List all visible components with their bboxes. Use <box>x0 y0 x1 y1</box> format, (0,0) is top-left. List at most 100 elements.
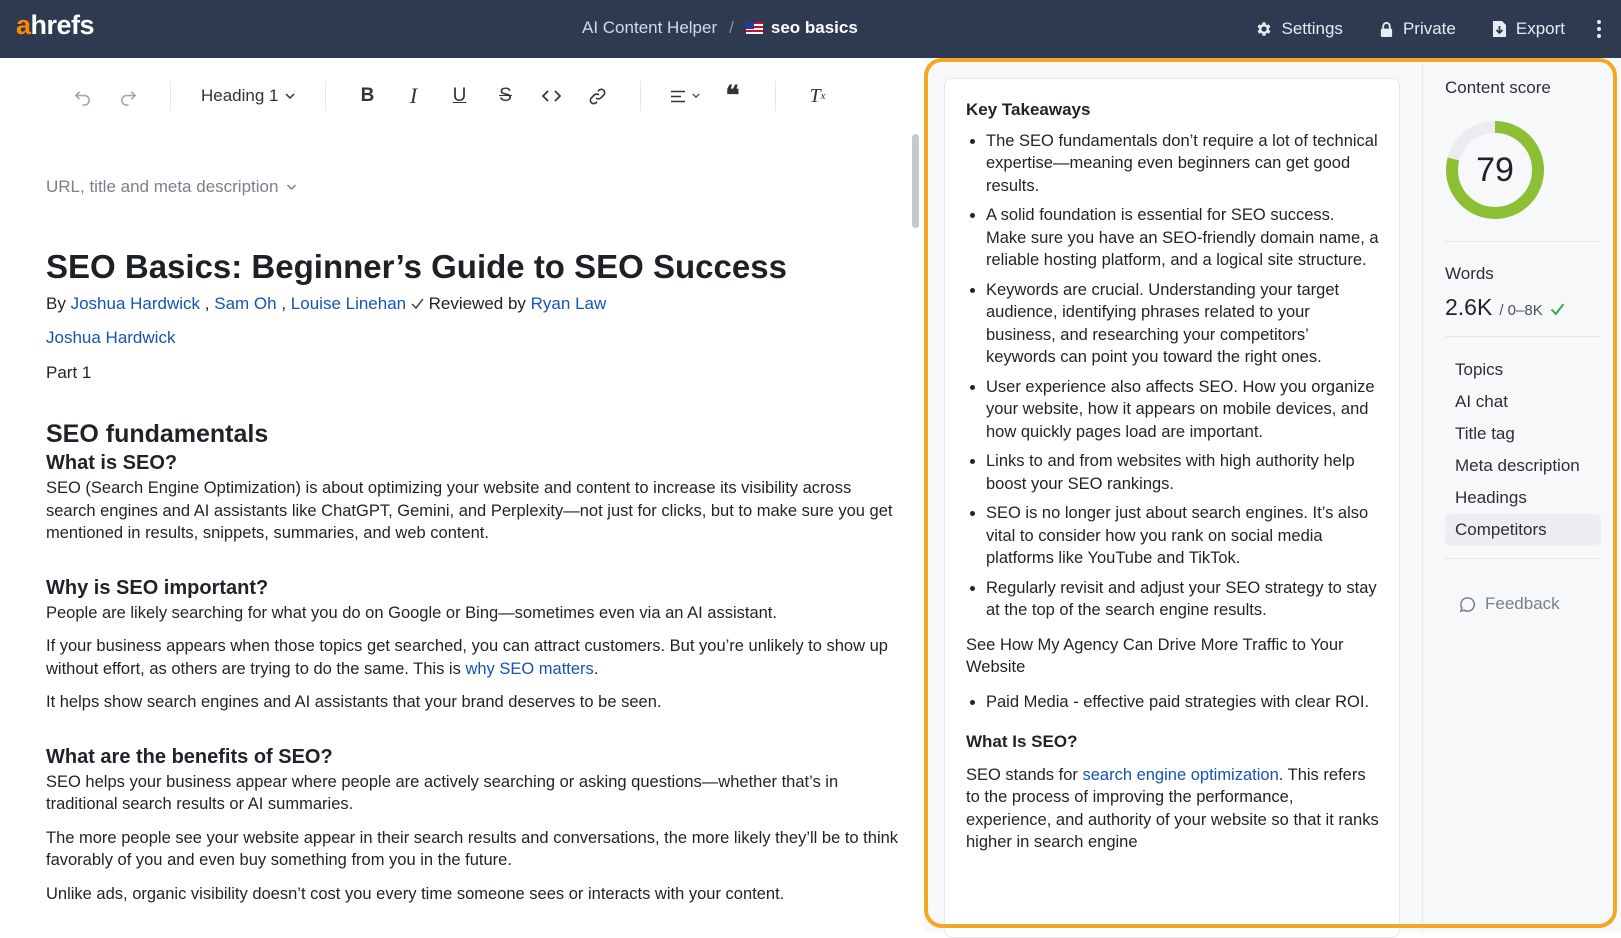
link-icon[interactable] <box>578 76 618 116</box>
export-label: Export <box>1515 19 1565 38</box>
export-button[interactable]: Export <box>1492 19 1565 39</box>
part-label: Part 1 <box>46 362 92 382</box>
strikethrough-icon[interactable]: S <box>486 76 526 116</box>
agency-list: Paid Media - effective paid strategies w… <box>966 691 1379 714</box>
words-count: 2.6K / 0–8K <box>1445 294 1565 321</box>
paragraph: SEO stands for search engine optimizatio… <box>966 765 1379 852</box>
list-item: A solid foundation is essential for SEO … <box>986 204 1379 272</box>
export-file-icon <box>1492 21 1506 37</box>
paragraph: SEO helps your business appear where peo… <box>46 772 839 814</box>
sidebar-item-ai-chat[interactable]: AI chat <box>1445 386 1601 418</box>
more-menu-icon[interactable] <box>1597 20 1601 38</box>
italic-icon[interactable]: I <box>394 76 434 116</box>
paragraph: SEO (Search Engine Optimization) is abou… <box>46 479 893 542</box>
gear-icon <box>1257 22 1270 36</box>
list-item: Keywords are crucial. Understanding your… <box>986 279 1379 369</box>
document-content[interactable]: URL, title and meta description SEO Basi… <box>46 176 902 905</box>
editor-scrollbar-thumb[interactable] <box>912 134 919 228</box>
chevron-down-icon <box>287 184 297 190</box>
words-value: 2.6K <box>1445 294 1493 320</box>
list-item: The SEO fundamentals don’t require a lot… <box>986 130 1379 198</box>
ahrefs-logo[interactable]: ahrefs <box>16 10 95 41</box>
chat-bubble-icon <box>1459 596 1476 612</box>
checkmark-icon <box>1550 303 1564 315</box>
code-icon[interactable] <box>532 76 572 116</box>
top-bar: ahrefs AI Content Helper / seo basics Se… <box>0 0 1621 58</box>
author-link[interactable]: Sam Oh <box>214 294 276 313</box>
sidebar-item-topics[interactable]: Topics <box>1445 354 1601 386</box>
agency-text: See How My Agency Can Drive More Traffic… <box>966 635 1344 677</box>
feedback-button[interactable]: Feedback <box>1459 594 1560 614</box>
settings-button[interactable]: Settings <box>1255 19 1343 39</box>
words-label: Words <box>1445 264 1494 283</box>
author-link[interactable]: Joshua Hardwick <box>71 294 200 313</box>
toolbar-divider <box>639 81 641 111</box>
toolbar-divider <box>324 81 326 111</box>
list-item: User experience also affects SEO. How yo… <box>986 376 1379 444</box>
sidebar-item-title-tag[interactable]: Title tag <box>1445 418 1601 450</box>
top-actions: Settings Private Export <box>1255 0 1601 58</box>
blockquote-icon[interactable]: ❝ <box>713 76 753 116</box>
chevron-down-icon <box>691 93 700 99</box>
bold-icon[interactable]: B <box>348 76 388 116</box>
breadcrumb: AI Content Helper / seo basics <box>582 18 858 38</box>
private-label: Private <box>1402 19 1456 38</box>
competitor-content-card: Key Takeaways The SEO fundamentals don’t… <box>944 78 1400 938</box>
paragraph: Unlike ads, organic visibility doesn’t c… <box>46 884 785 903</box>
private-button[interactable]: Private <box>1379 19 1456 39</box>
words-range: / 0–8K <box>1499 302 1543 319</box>
us-flag-icon <box>745 22 763 34</box>
paragraph: People are likely searching for what you… <box>46 603 777 622</box>
section-heading: SEO fundamentals <box>46 420 269 448</box>
sidebar-item-meta-description[interactable]: Meta description <box>1445 450 1601 482</box>
subheading: What is SEO? <box>46 452 178 474</box>
divider <box>1445 336 1600 337</box>
settings-label: Settings <box>1281 19 1343 38</box>
takeaways-heading: Key Takeaways <box>966 100 1091 119</box>
list-item: Regularly revisit and adjust your SEO st… <box>986 577 1379 622</box>
heading-select-value: Heading 1 <box>201 86 279 105</box>
breadcrumb-separator: / <box>729 18 734 37</box>
divider <box>1445 558 1600 559</box>
editor-pane: Heading 1 B I U S ❝ Tx URL, title and me… <box>0 58 910 932</box>
document-title[interactable]: SEO Basics: Beginner’s Guide to SEO Succ… <box>46 247 902 287</box>
breadcrumb-doc[interactable]: seo basics <box>745 18 858 38</box>
sidebar-item-competitors[interactable]: Competitors <box>1445 514 1601 546</box>
list-item: Paid Media - effective paid strategies w… <box>986 691 1379 714</box>
list-item: SEO is no longer just about search engin… <box>986 502 1379 570</box>
paragraph: The more people see your website appear … <box>46 828 899 870</box>
subheading: Why is SEO important? <box>46 576 269 599</box>
underline-icon[interactable]: U <box>440 76 480 116</box>
doc-name: seo basics <box>770 18 858 37</box>
search-engine-optimization-link[interactable]: search engine optimization <box>1082 766 1278 784</box>
undo-icon[interactable] <box>62 76 102 116</box>
chevron-down-icon <box>284 92 295 99</box>
redo-icon[interactable] <box>108 76 148 116</box>
heading-select[interactable]: Heading 1 <box>193 86 303 106</box>
author-line-link[interactable]: Joshua Hardwick <box>46 327 902 350</box>
checkmark-icon <box>411 298 424 309</box>
toolbar-divider <box>170 81 171 111</box>
author-link[interactable]: Louise Linehan <box>291 294 406 313</box>
clear-format-icon[interactable]: Tx <box>798 76 838 116</box>
sidebar-item-headings[interactable]: Headings <box>1445 482 1601 514</box>
byline: By Joshua Hardwick , Sam Oh , Louise Lin… <box>46 293 607 313</box>
breadcrumb-app[interactable]: AI Content Helper <box>582 18 717 38</box>
why-seo-matters-link[interactable]: why SEO matters <box>465 660 593 678</box>
editor-toolbar: Heading 1 B I U S ❝ Tx <box>0 58 910 134</box>
list-item: Links to and from websites with high aut… <box>986 450 1379 495</box>
feedback-label: Feedback <box>1485 594 1560 613</box>
meta-toggle-label: URL, title and meta description <box>46 177 279 196</box>
reviewer-link[interactable]: Ryan Law <box>531 294 607 313</box>
lock-icon <box>1380 21 1393 37</box>
takeaways-list: The SEO fundamentals don’t require a lot… <box>966 130 1379 622</box>
divider <box>1445 241 1600 242</box>
paragraph: If your business appears when those topi… <box>46 637 888 678</box>
meta-description-toggle[interactable]: URL, title and meta description <box>46 176 902 199</box>
content-score-value: 79 <box>1476 150 1514 189</box>
align-icon[interactable] <box>663 76 707 116</box>
subheading: What are the benefits of SEO? <box>46 745 333 768</box>
content-score-label: Content score <box>1445 78 1551 97</box>
editor-scrollbar[interactable] <box>908 133 910 932</box>
toolbar-divider <box>774 81 776 111</box>
